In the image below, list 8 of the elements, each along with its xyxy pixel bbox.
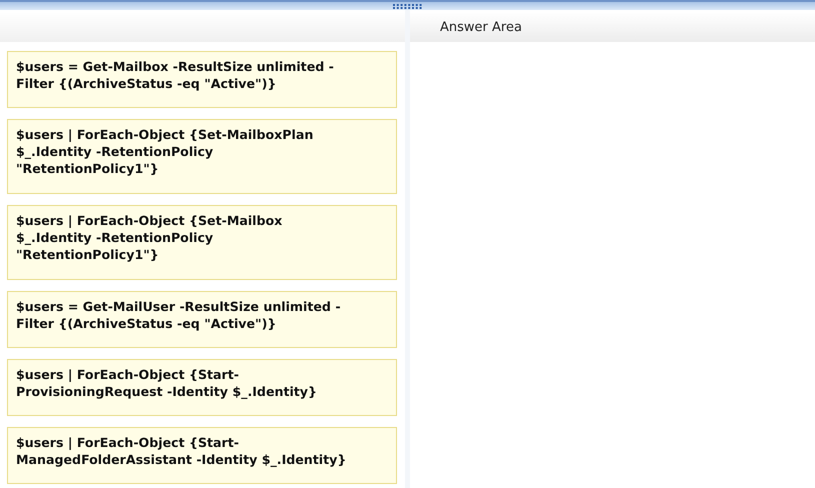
answer-choice[interactable]: $users = Get-MailUser -ResultSize unlimited - Filter {(ArchiveStatus -eq "Active")}: [7, 291, 397, 348]
grip-icon[interactable]: [392, 4, 422, 8]
answer-area-title: Answer Area: [440, 20, 522, 34]
answer-choice[interactable]: $users | ForEach-Object {Set-Mailbox $_.Identity -RetentionPolicy "RetentionPolicy1"}: [7, 205, 397, 280]
answer-choice[interactable]: $users | ForEach-Object {Start- ProvisioningRequest -Identity $_.Identity}: [7, 359, 397, 416]
answer-choice[interactable]: $users | ForEach-Object {Set-MailboxPlan $_.Identity -RetentionPolicy "RetentionPolicy1"}: [7, 119, 397, 194]
answer-choice[interactable]: $users | ForEach-Object {Start- ManagedFolderAssistant -Identity $_.Identity}: [7, 427, 397, 484]
answer-choice[interactable]: $users = Get-Mailbox -ResultSize unlimited - Filter {(ArchiveStatus -eq "Active")}: [7, 51, 397, 108]
